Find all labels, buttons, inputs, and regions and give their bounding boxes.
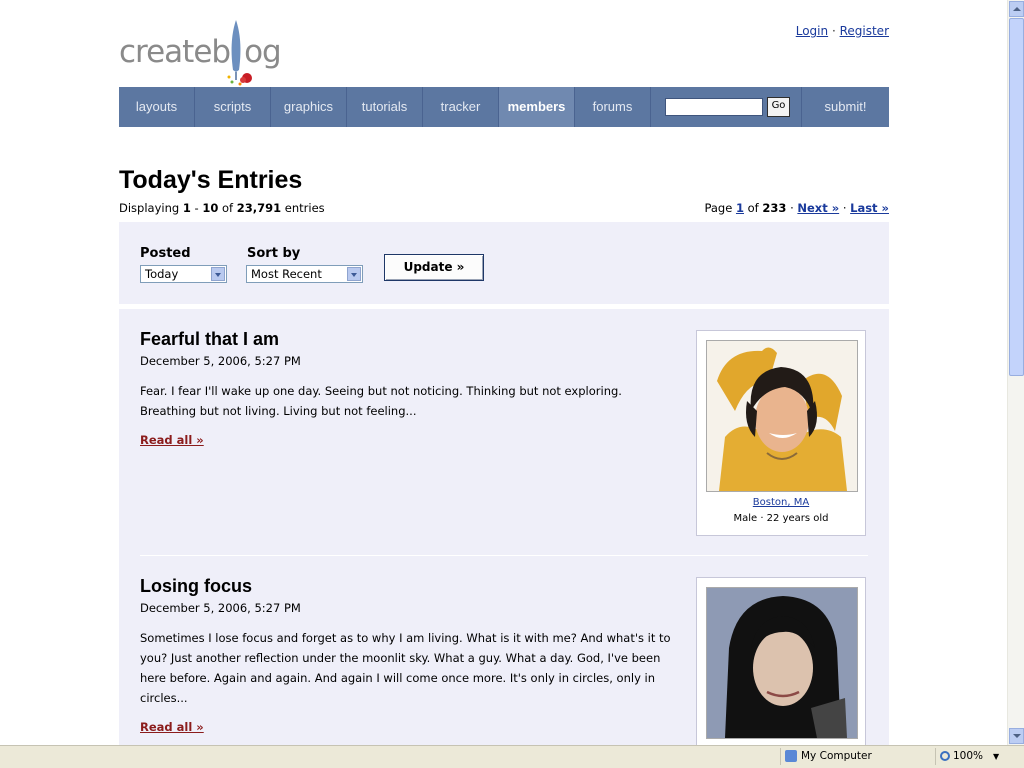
range-start: 1 [182,201,191,215]
posted-select-value: Today [145,267,179,281]
logo-text-suffix: og [244,34,282,70]
author-avatar[interactable] [706,587,858,739]
pagination: Page 1 of 233 · Next » · Last » [704,201,889,215]
entries-word: entries [284,201,325,215]
displaying-prefix: Displaying [119,201,180,215]
entry-date: December 5, 2006, 5:27 PM [140,601,301,615]
login-link[interactable]: Login [796,24,828,38]
entry-body: Sometimes I lose focus and forget as to … [140,631,671,705]
page-of-word: of [747,201,759,215]
scrollbar-thumb[interactable] [1009,18,1024,376]
read-all-link[interactable]: Read all » [140,433,204,447]
author-avatar[interactable] [706,340,858,492]
entry-title[interactable]: Losing focus [140,576,252,597]
nav-tutorials[interactable]: tutorials [347,87,423,127]
scroll-up-arrow-icon[interactable] [1009,1,1024,17]
range-dash: - [194,201,199,215]
author-profile-card: Boston, MA Male · 22 years old [696,330,866,536]
chevron-down-icon[interactable] [347,267,361,281]
current-page-link[interactable]: 1 [736,201,744,215]
page-title: Today's Entries [119,166,303,194]
zoom-magnifier-icon [940,751,950,761]
entries-total: 23,791 [236,201,282,215]
next-page-link[interactable]: Next » [797,201,839,215]
auth-links: Login · Register [796,24,889,38]
vertical-scrollbar[interactable] [1007,0,1024,745]
filter-panel: Posted Today Sort by Most Recent Update … [119,222,889,304]
page-word: Page [704,201,733,215]
posted-select[interactable]: Today [140,265,227,283]
chevron-down-icon[interactable] [211,267,225,281]
of-word: of [222,201,234,215]
nav-scripts[interactable]: scripts [195,87,271,127]
entry-body: Fear. I fear I'll wake up one day. Seein… [140,384,622,418]
sort-select[interactable]: Most Recent [246,265,363,283]
nav-members[interactable]: members [499,87,575,127]
entry-separator [140,555,868,556]
entry-date: December 5, 2006, 5:27 PM [140,354,301,368]
entry-item: Losing focus December 5, 2006, 5:27 PM S… [119,576,889,745]
displaying-count: Displaying 1 - 10 of 23,791 entries [119,201,325,215]
scroll-down-arrow-icon[interactable] [1009,728,1024,744]
submit-link[interactable]: submit! [802,87,889,127]
search-input[interactable] [665,98,763,116]
go-button[interactable]: Go [767,97,790,117]
sort-label: Sort by [247,246,301,261]
range-end: 10 [202,201,219,215]
status-bar: My Computer 100% ▼ [0,745,1024,768]
posted-label: Posted [140,246,191,261]
auth-separator: · [831,24,836,38]
main-nav: layouts scripts graphics tutorials track… [119,87,889,127]
last-page-link[interactable]: Last » [850,201,889,215]
author-location-link[interactable]: Boston, MA [697,497,865,508]
nav-search: Go [651,87,802,127]
author-meta: Male · 22 years old [733,513,829,524]
register-link[interactable]: Register [840,24,889,38]
zone-cell: My Computer [780,748,931,765]
logo-text-prefix: createb [119,34,231,70]
nav-graphics[interactable]: graphics [271,87,347,127]
zone-label: My Computer [801,750,872,762]
zoom-level: 100% [953,750,984,762]
update-button[interactable]: Update » [384,254,484,281]
read-all-link[interactable]: Read all » [140,720,204,734]
createblog-logo[interactable]: createb og [119,18,289,88]
nav-tracker[interactable]: tracker [423,87,499,127]
chevron-down-icon[interactable]: ▼ [993,752,999,761]
entry-title[interactable]: Fearful that I am [140,329,279,350]
author-profile-card [696,577,866,745]
entries-list: Fearful that I am December 5, 2006, 5:27… [119,309,889,745]
sort-select-value: Most Recent [251,267,322,281]
zoom-cell[interactable]: 100% ▼ [935,748,1006,765]
nav-forums[interactable]: forums [575,87,651,127]
nav-layouts[interactable]: layouts [119,87,195,127]
pagination-separator: · [790,201,794,215]
entry-item: Fearful that I am December 5, 2006, 5:27… [119,329,889,539]
pagination-separator: · [842,201,847,215]
browser-viewport: createb og Login · Register layouts scrip… [0,0,1007,745]
total-pages: 233 [762,201,787,215]
computer-icon [785,750,797,762]
